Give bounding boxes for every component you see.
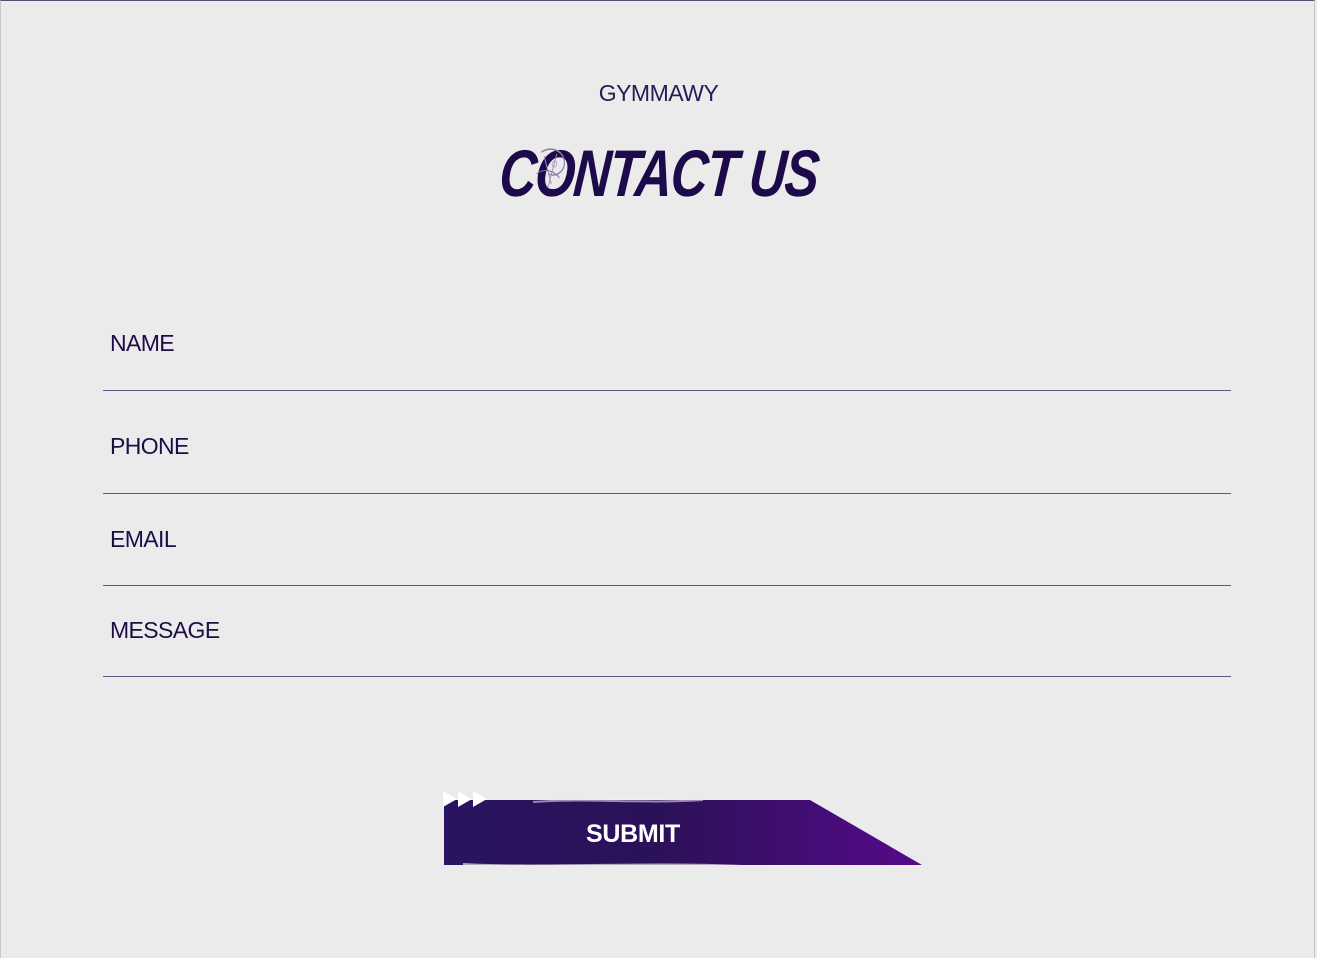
email-field (103, 494, 1231, 586)
submit-button-label: SUBMIT (586, 820, 681, 848)
message-input[interactable] (103, 617, 1231, 644)
phone-input[interactable] (103, 433, 1231, 460)
message-field (103, 586, 1231, 677)
submit-button-shape (444, 798, 923, 867)
triple-play-arrow-icon (443, 791, 487, 807)
name-input[interactable] (103, 330, 1231, 357)
submit-button[interactable]: SUBMIT (443, 790, 925, 870)
phone-field (103, 391, 1231, 494)
page-title-wrap: CONTACT US (0, 136, 1317, 210)
brand-name: GYMMAWY (598, 80, 719, 106)
email-input[interactable] (103, 526, 1231, 553)
page-title: CONTACT US (496, 136, 820, 210)
name-field (103, 300, 1231, 391)
page-title-text: CONTACT US (496, 136, 821, 210)
